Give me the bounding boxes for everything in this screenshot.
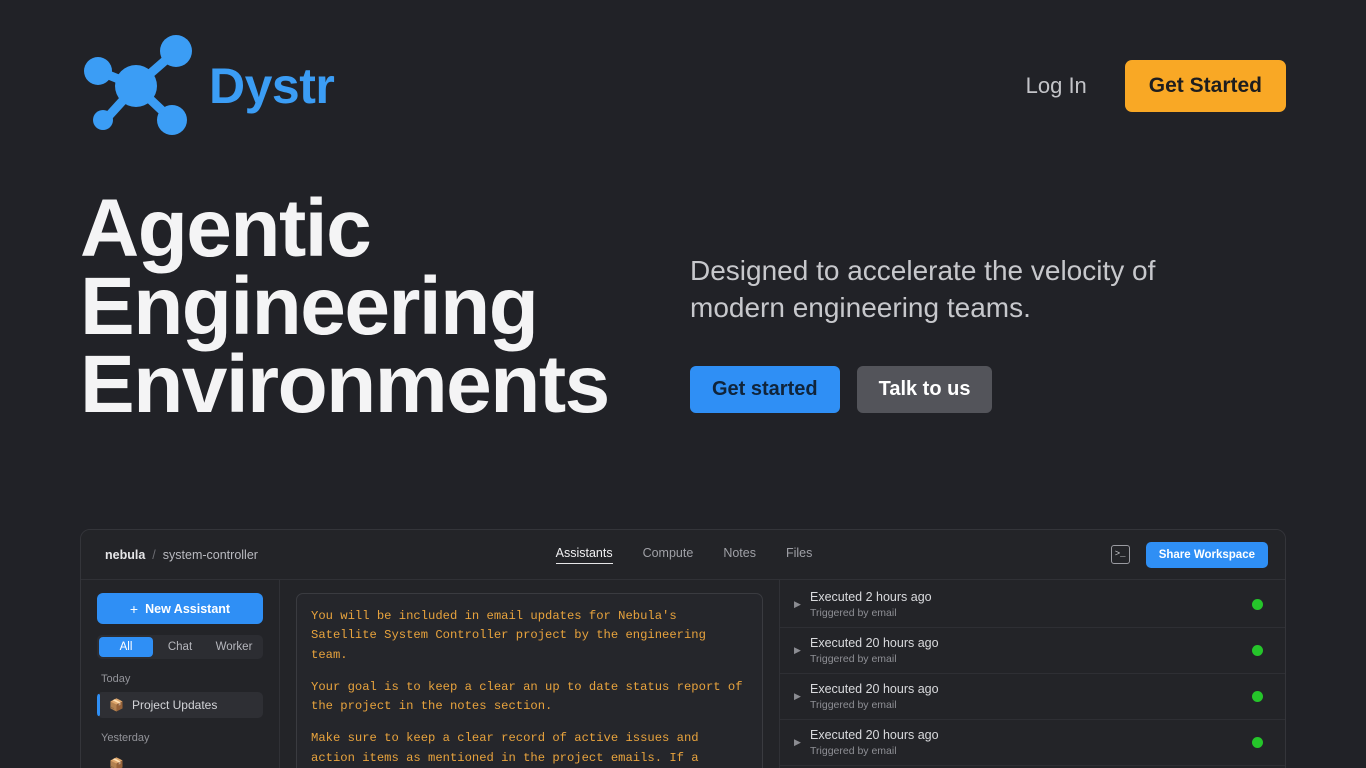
execution-info: Executed 20 hours ago Triggered by email <box>810 728 1252 758</box>
app-header-actions: >_ Share Workspace <box>1110 541 1268 568</box>
tab-assistants[interactable]: Assistants <box>555 546 613 564</box>
hero-section: Agentic Engineering Environments Designe… <box>0 183 1366 430</box>
log-in-link[interactable]: Log In <box>1026 73 1087 99</box>
chevron-right-icon[interactable]: ▶ <box>794 692 810 701</box>
hero-title-line-1: Agentic <box>80 183 372 274</box>
execution-subtitle: Triggered by email <box>810 653 897 666</box>
table-row[interactable]: ▶ Executed 20 hours ago Triggered by ema… <box>780 674 1285 720</box>
execution-subtitle: Triggered by email <box>810 745 897 758</box>
hero-title-line-2: Engineering <box>80 260 539 352</box>
chevron-right-icon[interactable]: ▶ <box>794 646 810 655</box>
primary-nav: Log In Get Started <box>1026 60 1286 112</box>
status-badge <box>1252 645 1263 656</box>
list-item[interactable]: 📦 <box>97 751 263 768</box>
hero-right: Designed to accelerate the velocity of m… <box>690 190 1286 424</box>
group-label-yesterday: Yesterday <box>101 732 150 744</box>
execution-title: Executed 2 hours ago <box>810 589 932 604</box>
tab-notes[interactable]: Notes <box>723 546 756 564</box>
app-preview-card: nebula / system-controller Assistants Co… <box>80 529 1286 768</box>
new-assistant-label: New Assistant <box>145 601 231 616</box>
filter-all[interactable]: All <box>99 637 153 657</box>
assistant-prompt-pane: You will be included in email updates fo… <box>280 580 780 768</box>
list-item[interactable]: 📦 Project Updates <box>97 692 263 718</box>
assistant-icon: 📦 <box>109 757 124 768</box>
breadcrumb-leaf[interactable]: system-controller <box>163 548 258 562</box>
app-body: + New Assistant All Chat Worker Today 📦 … <box>81 580 1285 768</box>
execution-title: Executed 20 hours ago <box>810 635 939 650</box>
app-tabs: Assistants Compute Notes Files <box>81 546 1285 564</box>
table-row[interactable]: ▶ Executed 20 hours ago Triggered by ema… <box>780 628 1285 674</box>
chevron-right-icon[interactable]: ▶ <box>794 738 810 747</box>
breadcrumb-root[interactable]: nebula <box>105 548 145 562</box>
new-assistant-button[interactable]: + New Assistant <box>97 593 263 624</box>
execution-info: Executed 20 hours ago Triggered by email <box>810 682 1252 712</box>
breadcrumb-separator: / <box>152 547 156 562</box>
execution-subtitle: Triggered by email <box>810 607 897 620</box>
hero-subtitle: Designed to accelerate the velocity of m… <box>690 255 1156 324</box>
execution-history-pane: ▶ Executed 2 hours ago Triggered by emai… <box>780 580 1285 768</box>
group-label-today: Today <box>101 673 131 685</box>
terminal-icon[interactable]: >_ <box>1110 545 1130 564</box>
execution-info: Executed 20 hours ago Triggered by email <box>810 636 1252 666</box>
share-workspace-button[interactable]: Share Workspace <box>1145 541 1268 568</box>
hero-title-line-3: Environments <box>80 338 610 430</box>
table-row[interactable]: ▶ Executed 20 hours ago Triggered by ema… <box>780 720 1285 766</box>
execution-title: Executed 20 hours ago <box>810 681 939 696</box>
table-row[interactable]: ▶ Executed 2 hours ago Triggered by emai… <box>780 582 1285 628</box>
hero-actions: Get started Talk to us <box>690 366 1286 414</box>
status-badge <box>1252 691 1263 702</box>
hero-get-started-button[interactable]: Get started <box>690 366 840 414</box>
breadcrumb: nebula / system-controller <box>105 548 258 562</box>
assistants-sidebar: + New Assistant All Chat Worker Today 📦 … <box>81 580 280 768</box>
tab-files[interactable]: Files <box>786 546 812 564</box>
chevron-right-icon[interactable]: ▶ <box>794 600 810 609</box>
filter-chat[interactable]: Chat <box>153 637 207 657</box>
execution-subtitle: Triggered by email <box>810 699 897 712</box>
prompt-paragraph: Make sure to keep a clear record of acti… <box>311 731 706 765</box>
list-item-label: Project Updates <box>131 698 218 712</box>
brand[interactable]: Dystr <box>80 34 335 139</box>
plus-icon: + <box>129 600 139 617</box>
page-title: Agentic Engineering Environments <box>80 183 690 430</box>
assistant-filter-tabs: All Chat Worker <box>97 635 263 659</box>
hero-left: Agentic Engineering Environments <box>80 183 690 430</box>
hero-talk-to-us-button[interactable]: Talk to us <box>856 366 993 414</box>
filter-worker[interactable]: Worker <box>207 637 261 657</box>
status-badge <box>1252 599 1263 610</box>
app-header: nebula / system-controller Assistants Co… <box>81 530 1285 580</box>
prompt-paragraph: You will be included in email updates fo… <box>311 609 714 662</box>
site-header: Dystr Log In Get Started <box>0 0 1366 172</box>
status-badge <box>1252 737 1263 748</box>
prompt-textarea[interactable]: You will be included in email updates fo… <box>296 593 763 768</box>
execution-info: Executed 2 hours ago Triggered by email <box>810 590 1252 620</box>
brand-name: Dystr <box>209 58 335 114</box>
get-started-button[interactable]: Get Started <box>1124 60 1286 112</box>
tab-compute[interactable]: Compute <box>643 546 694 564</box>
molecule-network-icon <box>84 34 192 135</box>
package-icon: 📦 <box>109 698 124 712</box>
prompt-paragraph: Your goal is to keep a clear an up to da… <box>311 679 750 714</box>
execution-title: Executed 20 hours ago <box>810 727 939 742</box>
